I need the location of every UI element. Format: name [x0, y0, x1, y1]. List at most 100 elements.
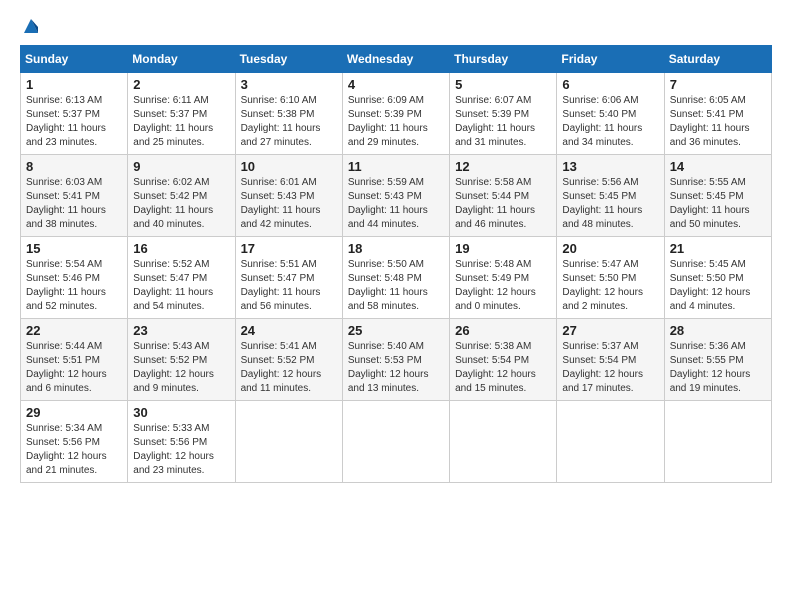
day-info: Sunrise: 5:50 AMSunset: 5:48 PMDaylight:…	[348, 259, 428, 312]
calendar-cell-1: 1 Sunrise: 6:13 AMSunset: 5:37 PMDayligh…	[21, 72, 128, 154]
calendar-cell-25: 25 Sunrise: 5:40 AMSunset: 5:53 PMDaylig…	[342, 318, 449, 400]
day-number: 23	[133, 323, 229, 338]
day-info: Sunrise: 6:10 AMSunset: 5:38 PMDaylight:…	[241, 95, 321, 148]
day-info: Sunrise: 5:51 AMSunset: 5:47 PMDaylight:…	[241, 259, 321, 312]
day-info: Sunrise: 5:34 AMSunset: 5:56 PMDaylight:…	[26, 423, 107, 476]
calendar-cell-4: 4 Sunrise: 6:09 AMSunset: 5:39 PMDayligh…	[342, 72, 449, 154]
calendar-cell-10: 10 Sunrise: 6:01 AMSunset: 5:43 PMDaylig…	[235, 154, 342, 236]
weekday-header-sunday: Sunday	[21, 45, 128, 72]
day-info: Sunrise: 5:33 AMSunset: 5:56 PMDaylight:…	[133, 423, 214, 476]
day-number: 16	[133, 241, 229, 256]
day-info: Sunrise: 5:54 AMSunset: 5:46 PMDaylight:…	[26, 259, 106, 312]
day-info: Sunrise: 5:44 AMSunset: 5:51 PMDaylight:…	[26, 341, 107, 394]
day-number: 15	[26, 241, 122, 256]
calendar-row-4: 29 Sunrise: 5:34 AMSunset: 5:56 PMDaylig…	[21, 400, 772, 482]
day-number: 22	[26, 323, 122, 338]
page-header	[20, 16, 772, 37]
calendar-cell-17: 17 Sunrise: 5:51 AMSunset: 5:47 PMDaylig…	[235, 236, 342, 318]
calendar-cell-23: 23 Sunrise: 5:43 AMSunset: 5:52 PMDaylig…	[128, 318, 235, 400]
empty-cell	[342, 400, 449, 482]
day-info: Sunrise: 5:48 AMSunset: 5:49 PMDaylight:…	[455, 259, 536, 312]
day-number: 29	[26, 405, 122, 420]
calendar-cell-30: 30 Sunrise: 5:33 AMSunset: 5:56 PMDaylig…	[128, 400, 235, 482]
calendar-cell-9: 9 Sunrise: 6:02 AMSunset: 5:42 PMDayligh…	[128, 154, 235, 236]
calendar-cell-3: 3 Sunrise: 6:10 AMSunset: 5:38 PMDayligh…	[235, 72, 342, 154]
day-number: 10	[241, 159, 337, 174]
day-number: 6	[562, 77, 658, 92]
calendar-cell-7: 7 Sunrise: 6:05 AMSunset: 5:41 PMDayligh…	[664, 72, 771, 154]
calendar-cell-26: 26 Sunrise: 5:38 AMSunset: 5:54 PMDaylig…	[450, 318, 557, 400]
day-number: 27	[562, 323, 658, 338]
weekday-header-saturday: Saturday	[664, 45, 771, 72]
weekday-header-tuesday: Tuesday	[235, 45, 342, 72]
empty-cell	[664, 400, 771, 482]
calendar-cell-16: 16 Sunrise: 5:52 AMSunset: 5:47 PMDaylig…	[128, 236, 235, 318]
weekday-header-wednesday: Wednesday	[342, 45, 449, 72]
day-number: 21	[670, 241, 766, 256]
calendar-cell-28: 28 Sunrise: 5:36 AMSunset: 5:55 PMDaylig…	[664, 318, 771, 400]
day-number: 28	[670, 323, 766, 338]
calendar-cell-2: 2 Sunrise: 6:11 AMSunset: 5:37 PMDayligh…	[128, 72, 235, 154]
calendar-cell-19: 19 Sunrise: 5:48 AMSunset: 5:49 PMDaylig…	[450, 236, 557, 318]
day-info: Sunrise: 5:41 AMSunset: 5:52 PMDaylight:…	[241, 341, 322, 394]
day-info: Sunrise: 5:56 AMSunset: 5:45 PMDaylight:…	[562, 177, 642, 230]
day-info: Sunrise: 6:03 AMSunset: 5:41 PMDaylight:…	[26, 177, 106, 230]
day-info: Sunrise: 5:37 AMSunset: 5:54 PMDaylight:…	[562, 341, 643, 394]
calendar-cell-18: 18 Sunrise: 5:50 AMSunset: 5:48 PMDaylig…	[342, 236, 449, 318]
day-info: Sunrise: 6:09 AMSunset: 5:39 PMDaylight:…	[348, 95, 428, 148]
day-number: 24	[241, 323, 337, 338]
calendar-cell-13: 13 Sunrise: 5:56 AMSunset: 5:45 PMDaylig…	[557, 154, 664, 236]
day-info: Sunrise: 5:59 AMSunset: 5:43 PMDaylight:…	[348, 177, 428, 230]
empty-cell	[557, 400, 664, 482]
day-number: 19	[455, 241, 551, 256]
calendar-table: SundayMondayTuesdayWednesdayThursdayFrid…	[20, 45, 772, 483]
calendar-cell-12: 12 Sunrise: 5:58 AMSunset: 5:44 PMDaylig…	[450, 154, 557, 236]
calendar-cell-24: 24 Sunrise: 5:41 AMSunset: 5:52 PMDaylig…	[235, 318, 342, 400]
day-number: 30	[133, 405, 229, 420]
calendar-row-3: 22 Sunrise: 5:44 AMSunset: 5:51 PMDaylig…	[21, 318, 772, 400]
day-info: Sunrise: 5:47 AMSunset: 5:50 PMDaylight:…	[562, 259, 643, 312]
calendar-cell-15: 15 Sunrise: 5:54 AMSunset: 5:46 PMDaylig…	[21, 236, 128, 318]
day-info: Sunrise: 6:07 AMSunset: 5:39 PMDaylight:…	[455, 95, 535, 148]
day-info: Sunrise: 6:06 AMSunset: 5:40 PMDaylight:…	[562, 95, 642, 148]
day-info: Sunrise: 5:52 AMSunset: 5:47 PMDaylight:…	[133, 259, 213, 312]
day-number: 12	[455, 159, 551, 174]
day-info: Sunrise: 5:43 AMSunset: 5:52 PMDaylight:…	[133, 341, 214, 394]
day-number: 1	[26, 77, 122, 92]
weekday-header-monday: Monday	[128, 45, 235, 72]
calendar-cell-11: 11 Sunrise: 5:59 AMSunset: 5:43 PMDaylig…	[342, 154, 449, 236]
calendar-cell-21: 21 Sunrise: 5:45 AMSunset: 5:50 PMDaylig…	[664, 236, 771, 318]
calendar-row-2: 15 Sunrise: 5:54 AMSunset: 5:46 PMDaylig…	[21, 236, 772, 318]
day-number: 8	[26, 159, 122, 174]
day-number: 13	[562, 159, 658, 174]
day-number: 20	[562, 241, 658, 256]
day-number: 17	[241, 241, 337, 256]
day-info: Sunrise: 6:11 AMSunset: 5:37 PMDaylight:…	[133, 95, 213, 148]
day-number: 2	[133, 77, 229, 92]
day-number: 3	[241, 77, 337, 92]
calendar-cell-20: 20 Sunrise: 5:47 AMSunset: 5:50 PMDaylig…	[557, 236, 664, 318]
calendar-cell-6: 6 Sunrise: 6:06 AMSunset: 5:40 PMDayligh…	[557, 72, 664, 154]
weekday-header-row: SundayMondayTuesdayWednesdayThursdayFrid…	[21, 45, 772, 72]
day-number: 5	[455, 77, 551, 92]
day-number: 14	[670, 159, 766, 174]
calendar-cell-5: 5 Sunrise: 6:07 AMSunset: 5:39 PMDayligh…	[450, 72, 557, 154]
day-number: 26	[455, 323, 551, 338]
day-info: Sunrise: 6:05 AMSunset: 5:41 PMDaylight:…	[670, 95, 750, 148]
day-info: Sunrise: 6:13 AMSunset: 5:37 PMDaylight:…	[26, 95, 106, 148]
day-info: Sunrise: 5:45 AMSunset: 5:50 PMDaylight:…	[670, 259, 751, 312]
calendar-cell-29: 29 Sunrise: 5:34 AMSunset: 5:56 PMDaylig…	[21, 400, 128, 482]
calendar-row-0: 1 Sunrise: 6:13 AMSunset: 5:37 PMDayligh…	[21, 72, 772, 154]
day-info: Sunrise: 5:40 AMSunset: 5:53 PMDaylight:…	[348, 341, 429, 394]
day-info: Sunrise: 5:36 AMSunset: 5:55 PMDaylight:…	[670, 341, 751, 394]
calendar-cell-22: 22 Sunrise: 5:44 AMSunset: 5:51 PMDaylig…	[21, 318, 128, 400]
logo	[20, 16, 40, 37]
weekday-header-thursday: Thursday	[450, 45, 557, 72]
calendar-cell-27: 27 Sunrise: 5:37 AMSunset: 5:54 PMDaylig…	[557, 318, 664, 400]
weekday-header-friday: Friday	[557, 45, 664, 72]
day-info: Sunrise: 6:01 AMSunset: 5:43 PMDaylight:…	[241, 177, 321, 230]
calendar-cell-8: 8 Sunrise: 6:03 AMSunset: 5:41 PMDayligh…	[21, 154, 128, 236]
day-number: 7	[670, 77, 766, 92]
calendar-row-1: 8 Sunrise: 6:03 AMSunset: 5:41 PMDayligh…	[21, 154, 772, 236]
day-info: Sunrise: 5:38 AMSunset: 5:54 PMDaylight:…	[455, 341, 536, 394]
